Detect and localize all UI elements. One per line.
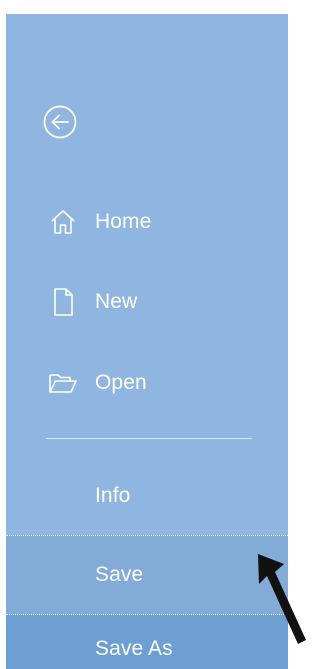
nav-item-home[interactable]: Home: [6, 190, 288, 254]
home-icon: [46, 205, 80, 239]
nav-item-info-label: Info: [95, 484, 131, 507]
nav-item-info[interactable]: Info: [6, 464, 288, 528]
nav-item-save[interactable]: Save: [6, 535, 288, 615]
nav-item-save-label: Save: [95, 563, 144, 586]
nav-item-open-label: Open: [95, 371, 147, 394]
pointer-arrow-icon: [258, 554, 306, 644]
open-folder-icon: [46, 366, 80, 400]
back-arrow-circle-icon: [42, 104, 78, 145]
nav-item-save-as[interactable]: Save As: [6, 615, 288, 669]
nav-item-save-as-label: Save As: [95, 637, 173, 660]
nav-item-home-label: Home: [95, 210, 152, 233]
new-document-icon: [46, 285, 80, 319]
backstage-sidebar: Home New Open Info Save Save As: [6, 14, 288, 669]
nav-item-new-label: New: [95, 290, 138, 313]
nav-item-open[interactable]: Open: [6, 351, 288, 415]
nav-item-new[interactable]: New: [6, 270, 288, 334]
back-button[interactable]: [36, 100, 84, 148]
page: Home New Open Info Save Save As: [0, 0, 310, 669]
menu-divider: [46, 438, 252, 439]
